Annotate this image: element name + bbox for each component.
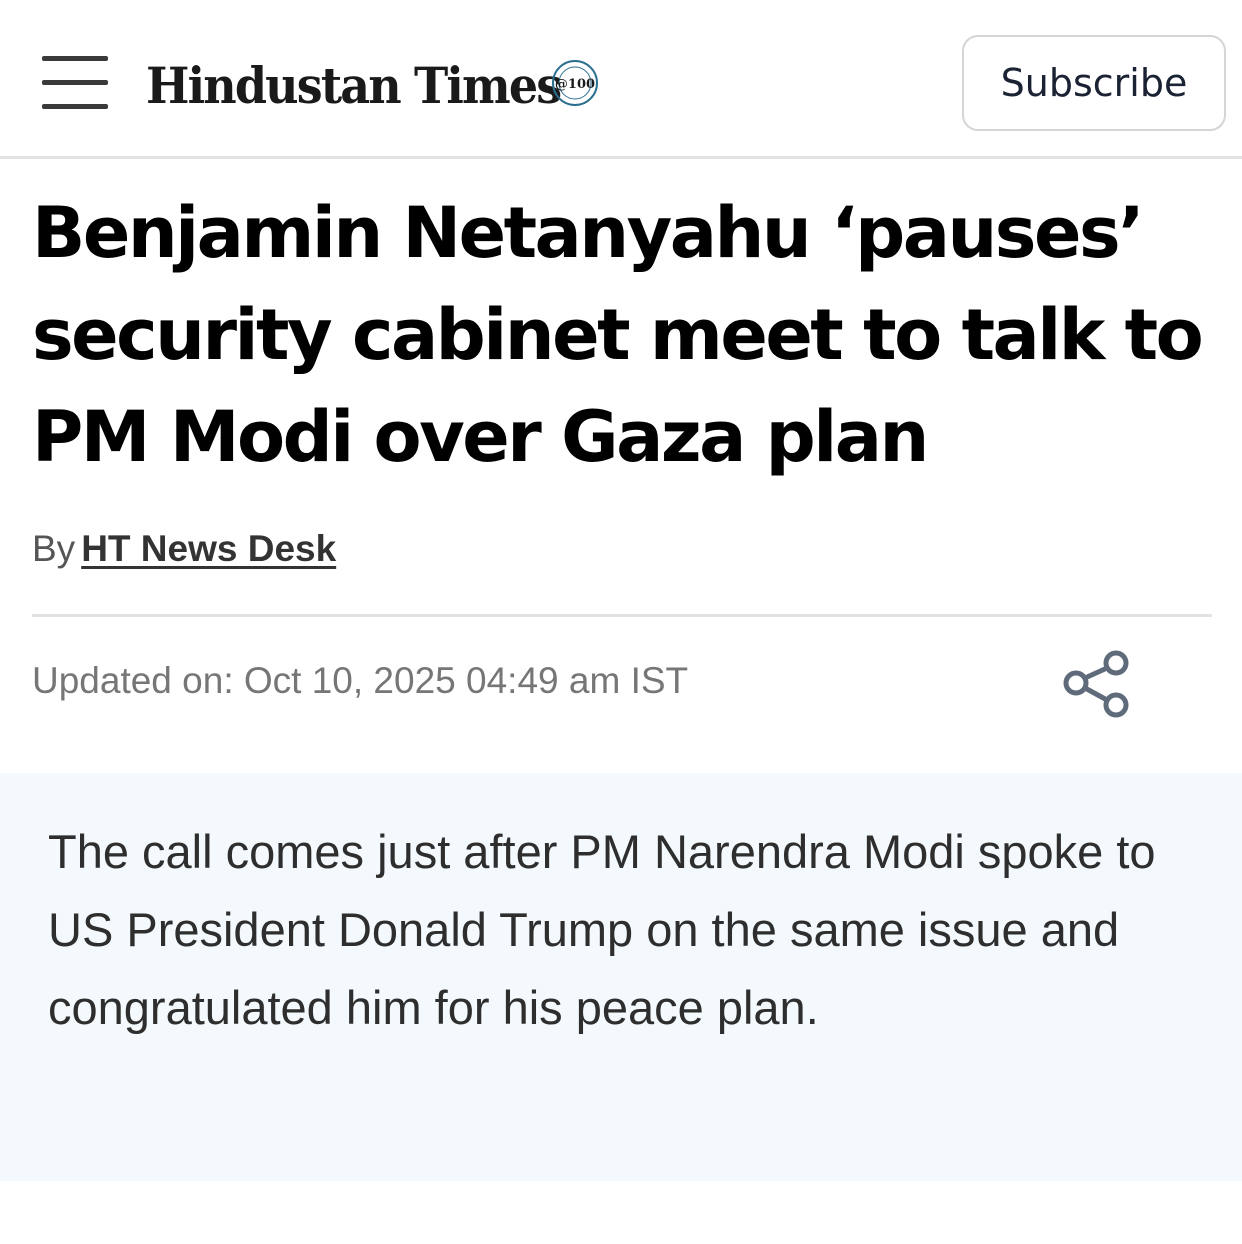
- article-headline: Benjamin Netanyahu ‘pauses’ security cab…: [32, 192, 1204, 478]
- subscribe-button[interactable]: Subscribe: [962, 35, 1226, 131]
- menu-line: [42, 104, 108, 109]
- byline-prefix: By: [32, 528, 76, 569]
- article-summary: The call comes just after PM Narendra Mo…: [48, 825, 1156, 1034]
- site-logo[interactable]: Hindustan Times @100: [146, 50, 598, 120]
- menu-line: [42, 80, 108, 85]
- site-header: Hindustan Times @100 Subscribe: [0, 0, 1242, 159]
- divider: [32, 614, 1212, 617]
- hamburger-menu-icon[interactable]: [42, 56, 108, 110]
- centenary-badge-icon: @100: [552, 60, 598, 106]
- logo-text: Hindustan Times: [146, 55, 562, 115]
- updated-timestamp: Updated on: Oct 10, 2025 04:49 am IST: [32, 660, 689, 701]
- article-summary-box: The call comes just after PM Narendra Mo…: [0, 773, 1242, 1181]
- badge-label: @100: [555, 77, 595, 92]
- share-icon[interactable]: [1060, 646, 1134, 722]
- menu-line: [42, 56, 108, 61]
- byline: By HT News Desk: [32, 528, 336, 570]
- author-link[interactable]: HT News Desk: [81, 528, 336, 569]
